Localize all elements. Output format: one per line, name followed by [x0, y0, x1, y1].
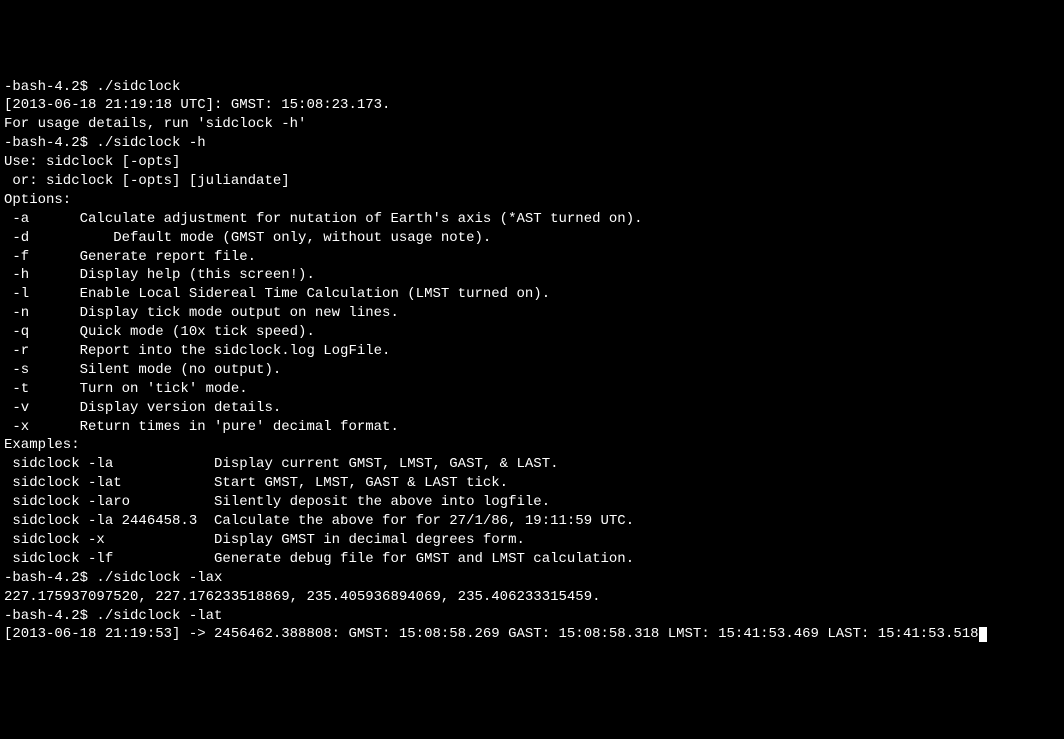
- terminal-line: sidclock -x Display GMST in decimal degr…: [4, 531, 1060, 550]
- terminal-line: Examples:: [4, 436, 1060, 455]
- terminal-line: -h Display help (this screen!).: [4, 266, 1060, 285]
- terminal-line: sidclock -laro Silently deposit the abov…: [4, 493, 1060, 512]
- terminal-line: -d Default mode (GMST only, without usag…: [4, 229, 1060, 248]
- terminal-line: or: sidclock [-opts] [juliandate]: [4, 172, 1060, 191]
- terminal-line: -x Return times in 'pure' decimal format…: [4, 418, 1060, 437]
- terminal-line: For usage details, run 'sidclock -h': [4, 115, 1060, 134]
- terminal-line: -bash-4.2$ ./sidclock -lat: [4, 607, 1060, 626]
- terminal-line: -bash-4.2$ ./sidclock -lax: [4, 569, 1060, 588]
- terminal-line: sidclock -la 2446458.3 Calculate the abo…: [4, 512, 1060, 531]
- terminal-line: 227.175937097520, 227.176233518869, 235.…: [4, 588, 1060, 607]
- terminal-line: -bash-4.2$ ./sidclock -h: [4, 134, 1060, 153]
- terminal-output[interactable]: -bash-4.2$ ./sidclock[2013-06-18 21:19:1…: [4, 78, 1060, 645]
- terminal-line: -r Report into the sidclock.log LogFile.: [4, 342, 1060, 361]
- terminal-line: -t Turn on 'tick' mode.: [4, 380, 1060, 399]
- terminal-line: -a Calculate adjustment for nutation of …: [4, 210, 1060, 229]
- terminal-line: sidclock -la Display current GMST, LMST,…: [4, 455, 1060, 474]
- terminal-line: -f Generate report file.: [4, 248, 1060, 267]
- terminal-line: [2013-06-18 21:19:53] -> 2456462.388808:…: [4, 625, 1060, 644]
- terminal-line: [2013-06-18 21:19:18 UTC]: GMST: 15:08:2…: [4, 96, 1060, 115]
- terminal-line: -v Display version details.: [4, 399, 1060, 418]
- terminal-cursor: [979, 627, 987, 642]
- terminal-line: -l Enable Local Sidereal Time Calculatio…: [4, 285, 1060, 304]
- terminal-line: -bash-4.2$ ./sidclock: [4, 78, 1060, 97]
- terminal-line: -n Display tick mode output on new lines…: [4, 304, 1060, 323]
- terminal-line: sidclock -lat Start GMST, LMST, GAST & L…: [4, 474, 1060, 493]
- terminal-line: Options:: [4, 191, 1060, 210]
- terminal-line: sidclock -lf Generate debug file for GMS…: [4, 550, 1060, 569]
- terminal-line: -q Quick mode (10x tick speed).: [4, 323, 1060, 342]
- terminal-line: -s Silent mode (no output).: [4, 361, 1060, 380]
- terminal-line: Use: sidclock [-opts]: [4, 153, 1060, 172]
